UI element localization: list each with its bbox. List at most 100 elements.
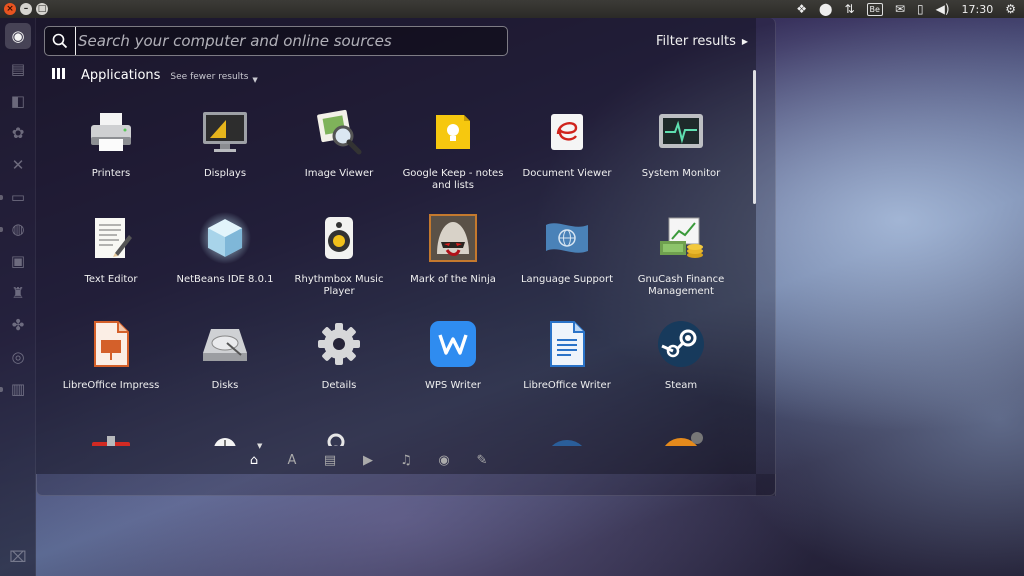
app-grid: Printers Displays Image Viewer Google Ke… [54,104,738,446]
app-tile[interactable]: Document Viewer [510,104,624,210]
app-tile[interactable]: NetBeans IDE 8.0.1 [168,210,282,316]
music-lens-icon[interactable]: ♫ [398,452,414,468]
gear-icon[interactable]: ⚙ [1005,0,1016,18]
volume-icon[interactable]: ◀) [936,0,950,18]
wps-writer-icon [427,318,479,370]
terminal-icon[interactable]: ▭ [5,184,31,210]
app-tile[interactable] [624,422,738,446]
app-label: LibreOffice Writer [523,380,611,391]
software-center-icon[interactable]: ◧ [5,88,31,114]
video-lens-icon[interactable]: ▶ [360,452,376,468]
app-label: Details [321,380,357,391]
app-tile[interactable]: Google Keep - notes and lists [396,104,510,210]
app-label: Displays [203,168,247,179]
rhythmbox-icon [313,212,365,264]
settings-icon[interactable]: ✿ [5,120,31,146]
displays-icon [199,106,251,158]
filter-results-button[interactable]: Filter results ▶ [656,34,748,49]
app-tile[interactable]: Steam [624,316,738,422]
minimize-icon[interactable]: – [20,3,32,15]
app-tile[interactable] [168,422,282,446]
app-tile[interactable]: Mark of the Ninja [396,210,510,316]
running-indicator [0,195,3,200]
trash-icon[interactable]: ⌧ [5,544,31,570]
app-tile[interactable] [282,422,396,446]
home-lens-icon[interactable]: ⌂ [246,452,262,468]
status-circle-icon[interactable]: ⬤ [819,0,832,18]
scrollbar[interactable] [753,70,756,204]
app-label: Image Viewer [304,168,374,179]
app-tile[interactable]: Printers [54,104,168,210]
app-tile[interactable]: Displays [168,104,282,210]
app-tile[interactable]: LibreOffice Impress [54,316,168,422]
mouse-icon [199,424,251,446]
tools-icon[interactable]: ✕ [5,152,31,178]
category-header: Applications See fewer results ▼ [52,68,258,84]
netbeans-icon [199,212,251,264]
browser-icon[interactable]: ◍ [5,216,31,242]
google-keep-icon [427,106,479,158]
text-icon[interactable]: ▥ [5,376,31,402]
app-tile[interactable]: System Monitor [624,104,738,210]
mail-icon[interactable]: ✉ [895,0,905,18]
image-editor-icon[interactable]: ▣ [5,248,31,274]
app-label: Google Keep - notes and lists [402,168,504,191]
window-controls: × – □ [0,3,48,15]
app-label: Document Viewer [522,168,612,179]
app-tile[interactable]: Details [282,316,396,422]
app-tile[interactable]: WPS Writer [396,316,510,422]
close-icon[interactable]: × [4,3,16,15]
see-fewer-label: See fewer results [170,72,249,82]
lens-bar: ⌂ A ▤ ▶ ♫ ◉ ✎ [246,452,490,468]
app-label: Text Editor [84,274,138,285]
see-fewer-results-button[interactable]: See fewer results ▼ [170,72,257,84]
files-lens-icon[interactable]: ▤ [322,452,338,468]
app-tile[interactable] [396,422,510,446]
dropbox-icon[interactable]: ❖ [796,0,807,18]
indicator-area: ❖ ⬤ ⇅ Be ✉ ▯ ◀) 17:30 ⚙ [796,0,1024,18]
top-panel: × – □ ❖ ⬤ ⇅ Be ✉ ▯ ◀) 17:30 ⚙ [0,0,1024,18]
battery-icon[interactable]: ▯ [917,0,924,18]
archive-icon [427,424,479,446]
app-tile[interactable]: Disks [168,316,282,422]
app-tile[interactable] [510,422,624,446]
libreoffice-writer-icon [541,318,593,370]
system-monitor-icon [655,106,707,158]
app-tile[interactable]: Language Support [510,210,624,316]
disk-icon[interactable]: ◎ [5,344,31,370]
search-input[interactable] [75,27,507,55]
dash-overlay: Filter results ▶ Applications See fewer … [36,18,756,474]
red-tool-icon [85,424,137,446]
app-label: WPS Writer [425,380,481,391]
popcorn-icon[interactable]: ♜ [5,280,31,306]
search-box[interactable] [44,26,508,56]
photos-lens-icon[interactable]: ◉ [436,452,452,468]
app-tile[interactable] [54,422,168,446]
disks-icon [199,318,251,370]
mark-of-the-ninja-icon [427,212,479,264]
dash-frame-right [756,18,776,496]
app-tile[interactable]: Image Viewer [282,104,396,210]
bluetooth-key-icon [313,424,365,446]
app-label: Rhythmbox Music Player [294,274,384,297]
applications-lens-icon[interactable]: A [284,452,300,468]
app-tile[interactable]: GnuCash Finance Management [624,210,738,316]
social-lens-icon[interactable]: ✎ [474,452,490,468]
app-tile[interactable]: Rhythmbox Music Player [282,210,396,316]
pinwheel-icon[interactable]: ✤ [5,312,31,338]
clock[interactable]: 17:30 [962,3,994,16]
running-indicator [0,387,3,392]
dash-home-icon[interactable]: ◉ [5,23,31,49]
behance-icon[interactable]: Be [866,2,883,16]
applications-category-icon [52,68,65,79]
files-icon[interactable]: ▤ [5,56,31,82]
launcher: ◉ ▤ ◧ ✿ ✕ ▭ ◍ ▣ ♜ ✤ ◎ ▥ ⌧ [0,18,36,576]
app-tile[interactable]: Text Editor [54,210,168,316]
network-icon[interactable]: ⇅ [844,0,854,18]
active-lens-indicator: ▼ [257,442,263,450]
search-icon [45,26,75,56]
half-life-icon [655,424,707,446]
text-editor-icon [85,212,137,264]
maximize-icon[interactable]: □ [36,3,48,15]
app-tile[interactable]: LibreOffice Writer [510,316,624,422]
